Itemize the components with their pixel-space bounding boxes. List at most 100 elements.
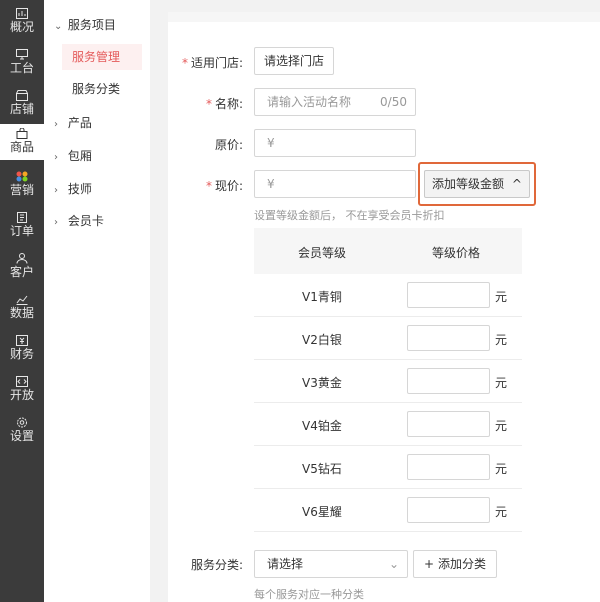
table-row: V2白银 元 <box>254 317 522 360</box>
add-category-label: 添加分类 <box>438 557 487 571</box>
sidebar-item-service-manage[interactable]: 服务管理 <box>62 44 142 70</box>
chevron-down-icon: ⌄ <box>54 21 63 32</box>
level-table-header: 会员等级 等级价格 <box>254 228 522 274</box>
sidebar-group-product[interactable]: › 产品 <box>54 114 92 131</box>
original-price-input[interactable]: ¥ <box>254 129 416 157</box>
sidebar-item-label: 服务分类 <box>72 82 121 96</box>
rail-item-label: 数据 <box>9 306 34 320</box>
add-category-button[interactable]: + 添加分类 <box>413 550 497 578</box>
rail-item-settings[interactable]: 设置 <box>0 413 44 453</box>
table-row: V6星耀 元 <box>254 489 522 532</box>
overview-icon <box>16 8 28 19</box>
sidebar-group-label: 技师 <box>67 182 92 196</box>
sidebar-group-label: 包厢 <box>67 149 92 163</box>
marketing-icon <box>16 171 28 182</box>
rail-item-product[interactable]: 商品 <box>0 124 44 160</box>
rail-item-marketing[interactable]: 营销 <box>0 167 44 207</box>
rail-item-label: 订单 <box>9 224 34 238</box>
sidebar-group-label: 产品 <box>67 116 92 130</box>
sidebar-group-technician[interactable]: › 技师 <box>54 180 92 197</box>
level-price-input[interactable] <box>407 282 490 308</box>
required-mark: * <box>205 179 212 193</box>
currency-symbol: ¥ <box>267 177 275 191</box>
required-mark: * <box>205 97 212 111</box>
column-header-price: 等级价格 <box>432 246 481 260</box>
price-unit: 元 <box>495 376 508 390</box>
table-row: V3黄金 元 <box>254 360 522 403</box>
level-price-hint: 设置等级金额后， 不在享受会员卡折扣 <box>254 209 445 222</box>
chevron-right-icon: › <box>54 185 58 196</box>
chevron-right-icon: › <box>54 152 58 163</box>
level-price-input[interactable] <box>407 368 490 394</box>
rail-item-data[interactable]: 数据 <box>0 290 44 330</box>
service-category-label: 服务分类: <box>190 558 243 572</box>
level-price-input[interactable] <box>407 497 490 523</box>
chevron-up-icon: ^ <box>511 177 522 191</box>
char-count: 0/50 <box>380 95 407 109</box>
category-hint: 每个服务对应一种分类 <box>254 588 364 601</box>
rail-item-customer[interactable]: 客户 <box>0 249 44 289</box>
rail-item-label: 客户 <box>9 265 34 279</box>
column-header-level: 会员等级 <box>298 246 347 260</box>
sidebar-group-member-card[interactable]: › 会员卡 <box>54 212 104 229</box>
add-level-label: 添加等级金额 <box>432 177 505 191</box>
sidebar-group-label: 会员卡 <box>67 214 104 228</box>
chevron-right-icon: › <box>54 119 58 130</box>
level-name: V6星耀 <box>302 505 342 519</box>
rail-item-store[interactable]: 店铺 <box>0 86 44 126</box>
sidebar-item-service-category[interactable]: 服务分类 <box>62 76 142 102</box>
sidebar-group-label: 服务项目 <box>67 18 116 32</box>
rail-item-label: 工台 <box>9 61 34 75</box>
level-price-input[interactable] <box>407 411 490 437</box>
rail-item-label: 店铺 <box>9 102 34 116</box>
gear-icon <box>17 417 27 428</box>
chevron-right-icon: › <box>54 217 58 228</box>
select-store-button[interactable]: 请选择门店 <box>254 47 334 75</box>
store-label: * 适用门店: <box>181 56 243 70</box>
name-placeholder: 请输入活动名称 <box>267 95 352 109</box>
rail-item-finance[interactable]: 财务 <box>0 331 44 371</box>
chevron-down-icon: ⌄ <box>388 557 399 571</box>
rail-item-label: 设置 <box>9 429 34 443</box>
price-unit: 元 <box>495 290 508 304</box>
price-unit: 元 <box>495 333 508 347</box>
rail-item-label: 商品 <box>9 140 34 154</box>
name-input[interactable]: 请输入活动名称 0/50 <box>254 88 416 116</box>
level-price-input[interactable] <box>407 325 490 351</box>
rail-item-open[interactable]: 开放 <box>0 372 44 412</box>
table-row: V5钻石 元 <box>254 446 522 489</box>
original-price-label: 原价: <box>214 138 243 152</box>
rail-item-order[interactable]: 订单 <box>0 208 44 248</box>
current-price-label: * 现价: <box>205 179 243 193</box>
finance-icon <box>16 335 28 346</box>
card-header-strip <box>168 12 600 22</box>
price-unit: 元 <box>495 505 508 519</box>
sidebar-group-room[interactable]: › 包厢 <box>54 147 92 164</box>
price-unit: 元 <box>495 462 508 476</box>
chart-icon <box>16 295 28 305</box>
sidebar-group-service[interactable]: ⌄ 服务项目 <box>54 16 116 33</box>
level-name: V4铂金 <box>302 419 342 433</box>
product-sidebar: ⌄ 服务项目 服务管理 服务分类 › 产品 › 包厢 › 技师 › 会员卡 <box>44 0 150 602</box>
name-label: * 名称: <box>205 97 243 111</box>
main-nav-rail: 概况 工台 店铺 商品 营销 订单 客户 数据 财务 开放 设置 <box>0 0 44 602</box>
required-mark: * <box>181 56 188 70</box>
rail-item-overview[interactable]: 概况 <box>0 4 44 44</box>
desktop-icon <box>16 49 28 60</box>
plus-icon: + <box>423 557 435 571</box>
level-name: V2白银 <box>302 333 342 347</box>
add-level-price-button[interactable]: 添加等级金额 ^ <box>424 170 530 198</box>
level-price-input[interactable] <box>407 454 490 480</box>
sidebar-item-label: 服务管理 <box>72 50 121 64</box>
current-price-input[interactable]: ¥ <box>254 170 416 198</box>
table-row: V1青铜 元 <box>254 274 522 317</box>
rail-item-label: 营销 <box>9 183 34 197</box>
service-category-select[interactable]: 请选择 ⌄ <box>254 550 408 578</box>
customer-icon <box>16 253 28 264</box>
level-name: V1青铜 <box>302 290 342 304</box>
price-unit: 元 <box>495 419 508 433</box>
rail-item-label: 概况 <box>9 20 34 34</box>
category-select-value: 请选择 <box>267 557 304 571</box>
rail-item-label: 开放 <box>9 388 34 402</box>
rail-item-desktop[interactable]: 工台 <box>0 45 44 85</box>
